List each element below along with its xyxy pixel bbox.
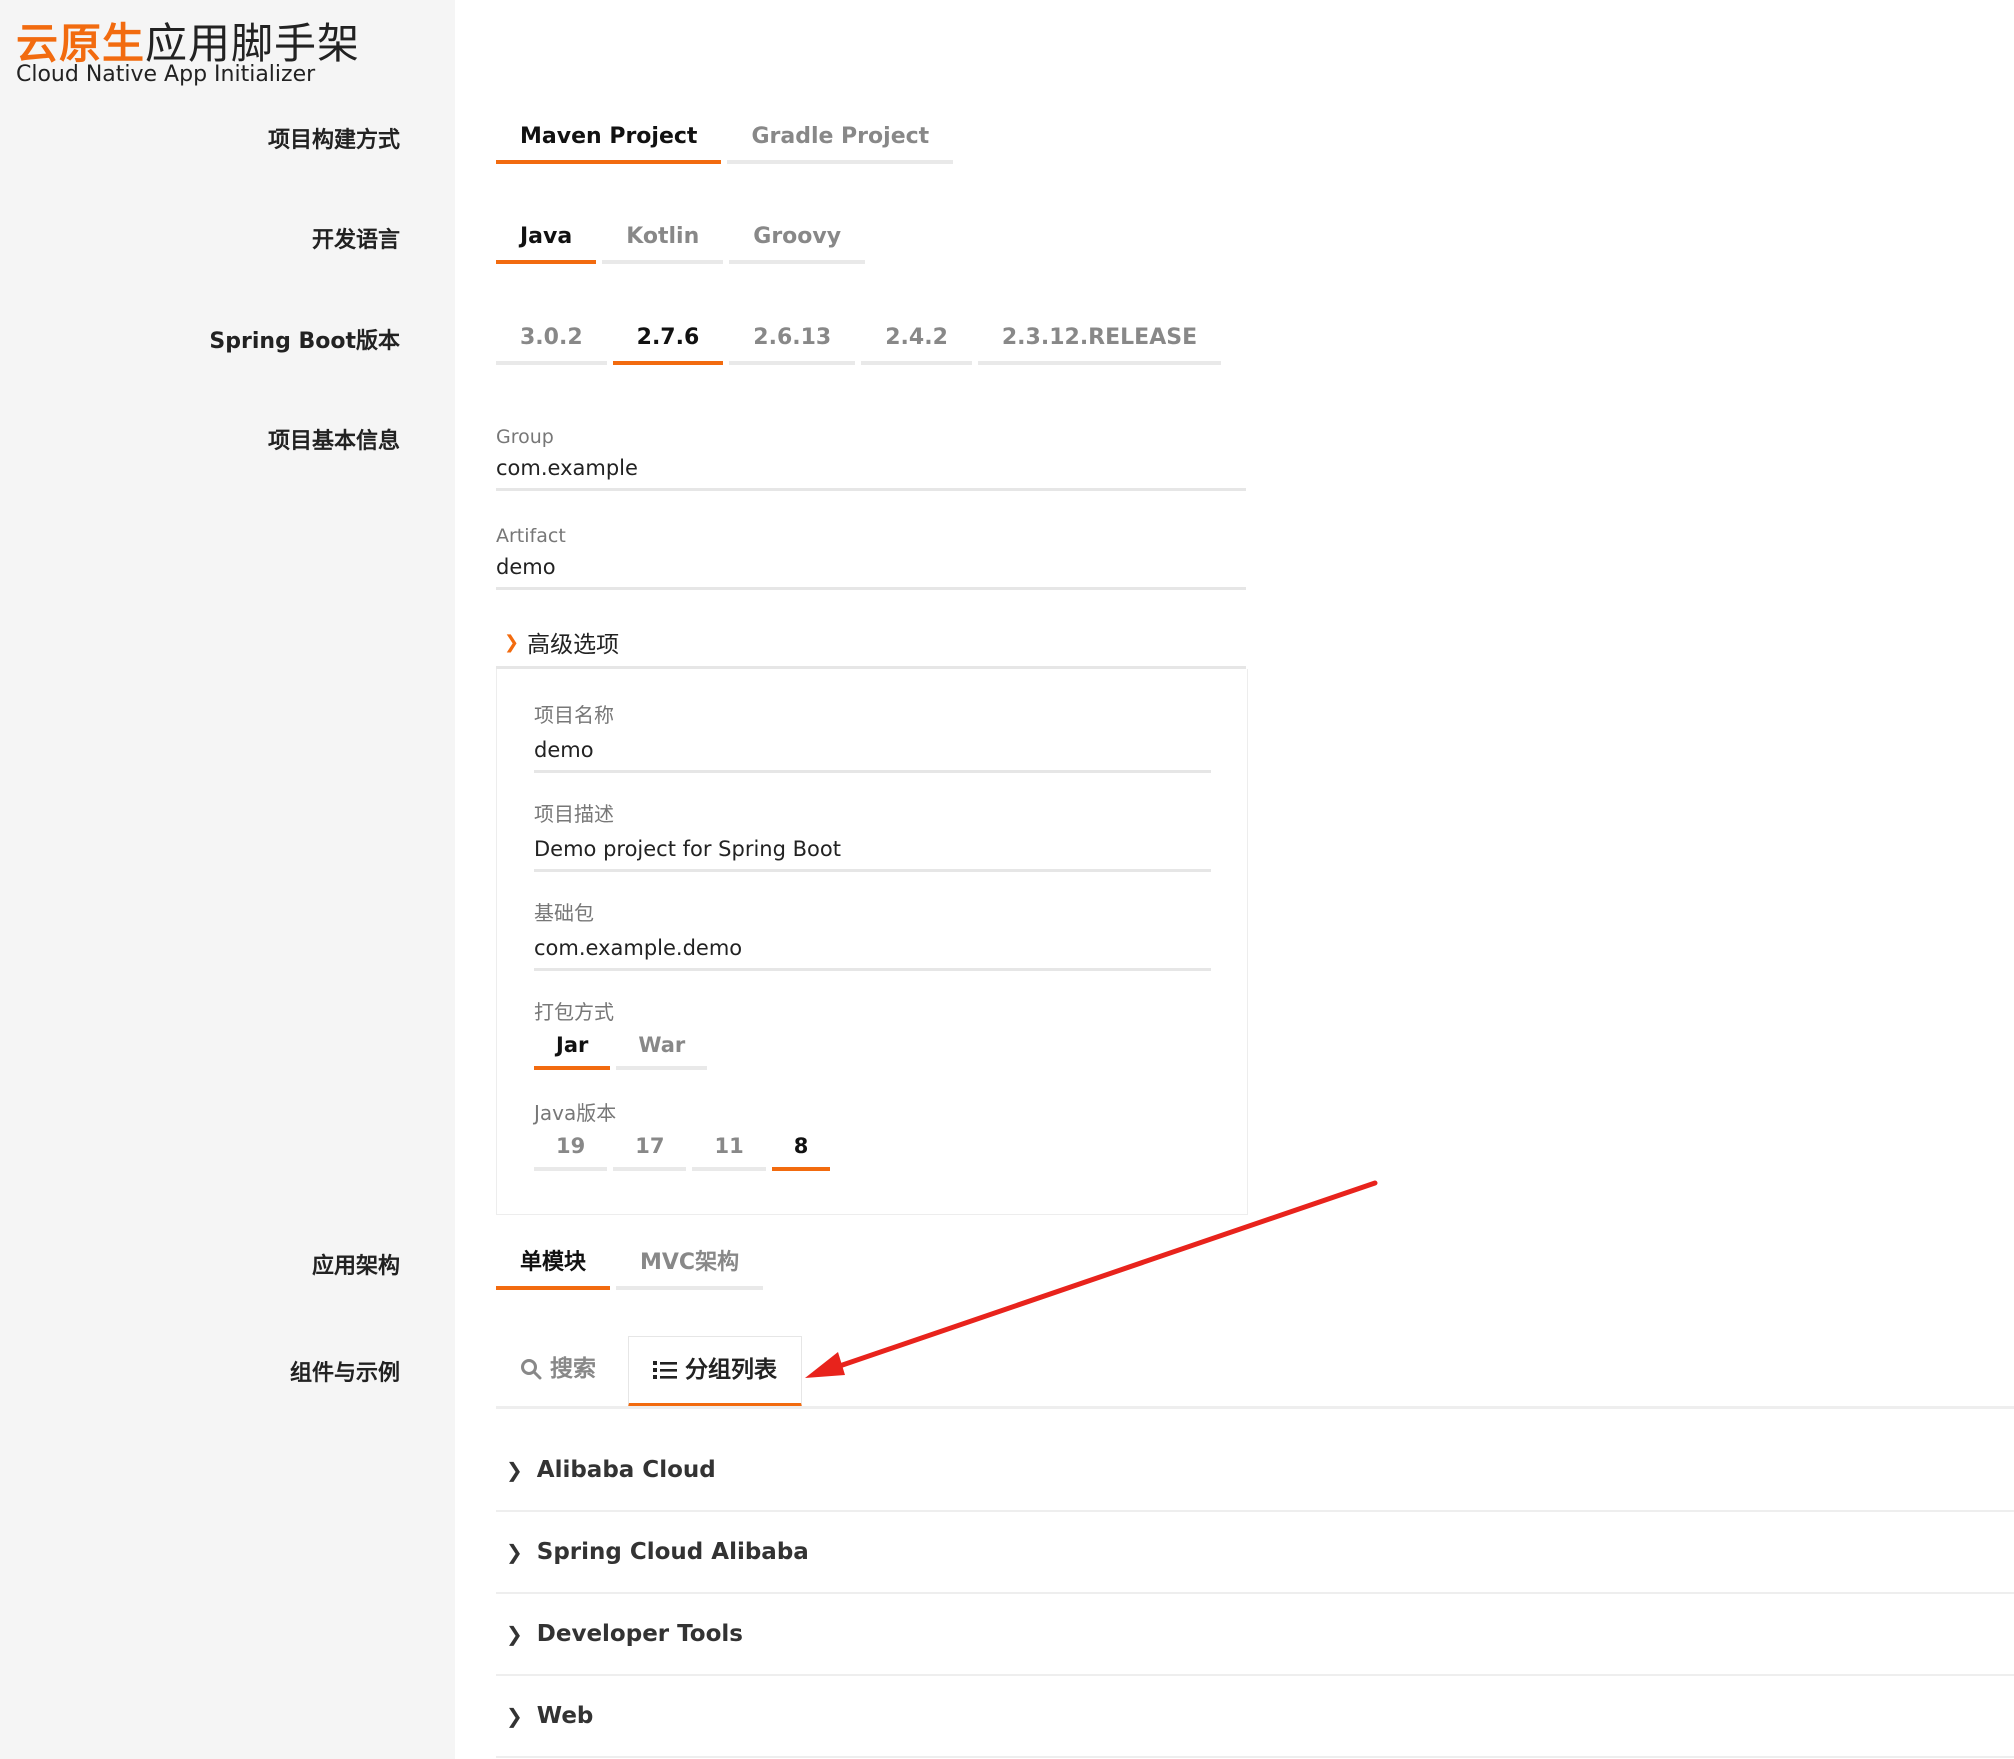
tab-boot-2-4-2[interactable]: 2.4.2 [861,315,972,365]
chevron-right-icon: ❯ [506,1540,523,1564]
tab-war[interactable]: War [616,1024,708,1070]
group-developer-tools[interactable]: ❯ Developer Tools [496,1594,2014,1676]
tab-groovy[interactable]: Groovy [729,214,866,264]
chevron-right-icon: ❯ [506,1704,523,1728]
group-label: Group [496,426,554,448]
label-basic-info: 项目基本信息 [267,429,400,454]
packaging-label-wrap: 打包方式 [534,996,1211,1025]
project-name-label: 项目名称 [534,703,614,727]
group-spring-cloud-alibaba[interactable]: ❯ Spring Cloud Alibaba [496,1512,2014,1594]
tab-kotlin[interactable]: Kotlin [602,214,724,264]
chevron-right-icon: ❯ [506,1622,523,1646]
java-version-label: Java版本 [534,1101,617,1125]
advanced-options-label: 高级选项 [527,632,620,658]
label-components: 组件与示例 [289,1361,400,1386]
search-icon [521,1359,542,1380]
tab-boot-3-0-2[interactable]: 3.0.2 [496,315,607,365]
sidebar [0,0,455,1759]
base-package-label: 基础包 [534,901,594,925]
tab-mvc-architecture[interactable]: MVC架构 [616,1240,764,1290]
base-package-input[interactable]: com.example.demo [534,936,1211,971]
tab-java-8[interactable]: 8 [771,1125,831,1171]
tab-search[interactable]: 搜索 [496,1336,620,1402]
tab-java-19[interactable]: 19 [534,1125,608,1171]
group-input[interactable]: com.example [496,456,1246,491]
group-list-tab-label: 分组列表 [685,1357,777,1383]
tab-java-17[interactable]: 17 [613,1125,687,1171]
java-version-label-wrap: Java版本 [534,1097,1211,1126]
group-label: Web [536,1703,594,1729]
base-package-field: 基础包 com.example.demo [534,897,1211,971]
tab-boot-2-3-12[interactable]: 2.3.12.RELEASE [977,315,1222,365]
chevron-down-icon: ❯ [504,631,520,653]
project-desc-label: 项目描述 [534,802,614,826]
tab-jar[interactable]: Jar [534,1024,611,1070]
language-tabs: Java Kotlin Groovy [496,214,866,264]
tab-boot-2-6-13[interactable]: 2.6.13 [729,315,856,365]
architecture-tabs: 单模块 MVC架构 [496,1240,764,1290]
tab-java-11[interactable]: 11 [692,1125,766,1171]
group-alibaba-cloud[interactable]: ❯ Alibaba Cloud [496,1430,2014,1512]
label-architecture: 应用架构 [311,1254,400,1279]
group-label: Spring Cloud Alibaba [536,1539,809,1565]
packaging-label: 打包方式 [534,1000,614,1024]
label-build-method: 项目构建方式 [267,128,400,153]
project-desc-input[interactable]: Demo project for Spring Boot [534,837,1211,872]
group-web[interactable]: ❯ Web [496,1676,2014,1758]
tab-boot-2-7-6[interactable]: 2.7.6 [612,315,724,365]
tab-maven-project[interactable]: Maven Project [496,114,722,164]
java-version-tabs: 19 17 11 8 [534,1125,831,1171]
build-method-tabs: Maven Project Gradle Project [496,114,954,164]
app-subtitle: Cloud Native App Initializer [16,62,316,87]
tab-gradle-project[interactable]: Gradle Project [727,114,954,164]
advanced-options-panel: 项目名称 demo 项目描述 Demo project for Spring B… [496,669,1248,1215]
tab-group-list[interactable]: 分组列表 [628,1336,802,1407]
artifact-input[interactable]: demo [496,555,1246,590]
logo-rest-text: 应用脚手架 [145,19,361,68]
project-desc-field: 项目描述 Demo project for Spring Boot [534,798,1211,872]
logo-accent-text: 云原生 [16,19,146,68]
group-label: Alibaba Cloud [536,1457,716,1483]
list-icon [653,1361,677,1379]
label-language: 开发语言 [311,228,400,253]
tab-java[interactable]: Java [496,214,597,264]
component-tabs-divider [496,1406,2014,1409]
group-field: Group com.example [496,426,1246,491]
component-tabs: 搜索 分组列表 [496,1336,802,1407]
search-tab-label: 搜索 [550,1356,596,1382]
project-name-input[interactable]: demo [534,738,1211,773]
packaging-tabs: Jar War [534,1024,708,1070]
artifact-field: Artifact demo [496,525,1246,590]
project-name-field: 项目名称 demo [534,699,1211,773]
chevron-right-icon: ❯ [506,1458,523,1482]
label-boot-version: Spring Boot版本 [209,329,400,354]
advanced-options-toggle[interactable]: ❯ 高级选项 [496,618,1246,669]
boot-version-tabs: 3.0.2 2.7.6 2.6.13 2.4.2 2.3.12.RELEASE [496,315,1222,365]
tab-single-module[interactable]: 单模块 [496,1240,611,1290]
artifact-label: Artifact [496,525,566,547]
group-label: Developer Tools [536,1621,743,1647]
